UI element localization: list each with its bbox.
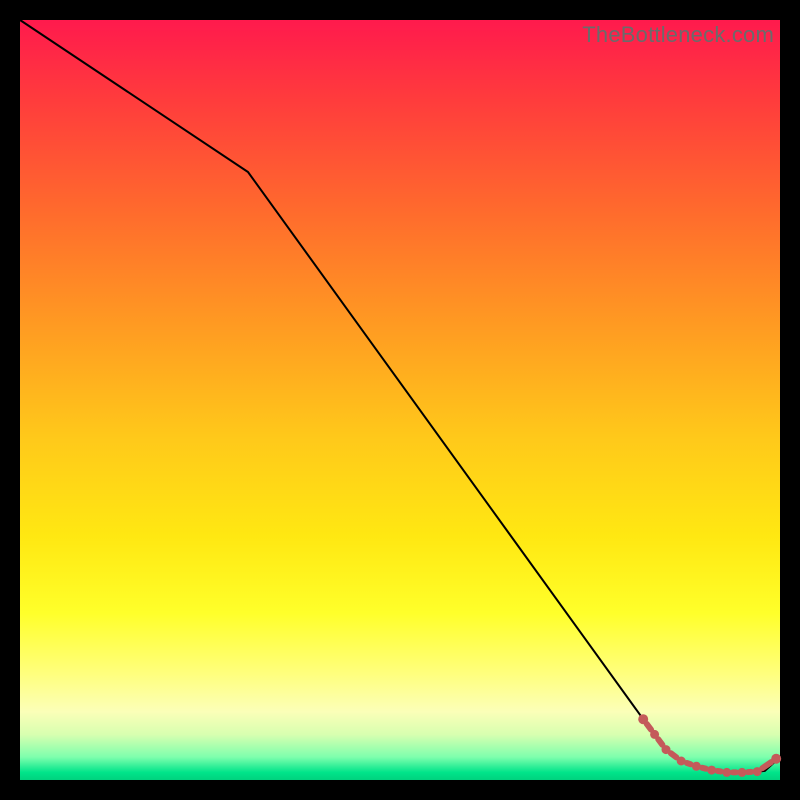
marker-dot xyxy=(677,757,685,765)
marker-dash xyxy=(718,771,721,772)
marker-dot xyxy=(662,746,670,754)
marker-dot xyxy=(738,768,746,776)
marker-dot xyxy=(772,754,781,763)
marker-dash xyxy=(647,724,651,730)
marker-dot xyxy=(692,762,700,770)
chart-svg xyxy=(20,20,780,780)
marker-dot xyxy=(723,768,731,776)
marker-dot xyxy=(651,730,659,738)
marker-dash xyxy=(702,768,706,769)
marker-dot xyxy=(708,766,716,774)
marker-dash xyxy=(658,739,662,745)
bottleneck-curve-line xyxy=(20,20,780,772)
marker-dot xyxy=(753,768,761,776)
chart-frame: TheBottleneck.com xyxy=(20,20,780,780)
marker-dash xyxy=(687,763,691,764)
marker-dot xyxy=(639,715,648,724)
marker-dash xyxy=(671,753,677,757)
